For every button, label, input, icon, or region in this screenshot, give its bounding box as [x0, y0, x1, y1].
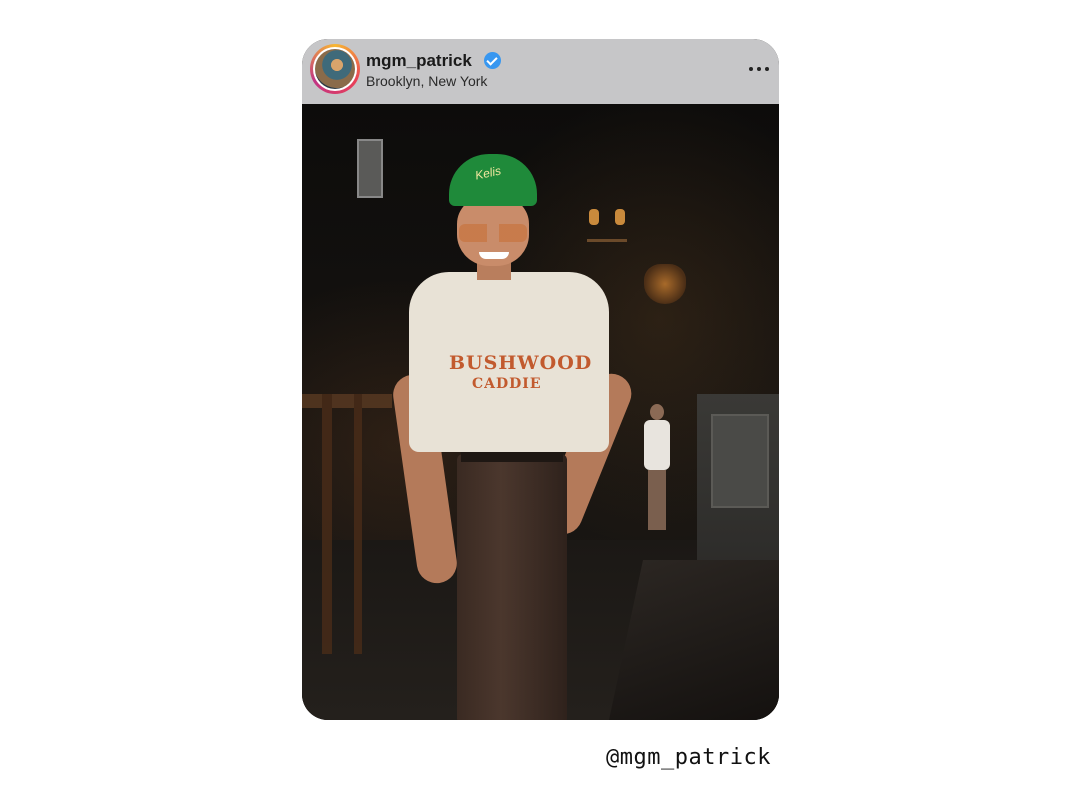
hanging-lamp: [644, 264, 686, 304]
dot: [757, 67, 761, 71]
bg-person-legs: [648, 470, 666, 530]
avatar[interactable]: [310, 44, 360, 94]
person-belt: [461, 452, 563, 462]
post-location[interactable]: Brooklyn, New York: [366, 73, 487, 89]
post-photo[interactable]: BUSHWOOD CADDIE Kelis: [302, 104, 779, 720]
dot: [749, 67, 753, 71]
bar-panel: [711, 414, 769, 508]
person-pants: [457, 454, 567, 720]
avatar-photo: [315, 49, 355, 89]
main-person: BUSHWOOD CADDIE Kelis: [390, 154, 638, 720]
background-person: [642, 404, 672, 534]
bg-person-head: [650, 404, 664, 420]
green-cap: [449, 154, 537, 206]
dot: [765, 67, 769, 71]
smile: [479, 252, 509, 259]
photo-credit: @mgm_patrick: [606, 745, 771, 770]
verified-badge-icon: [484, 52, 501, 69]
shirt-text-line1: BUSHWOOD: [449, 352, 593, 374]
username[interactable]: mgm_patrick: [366, 51, 472, 71]
wooden-chair: [302, 394, 392, 654]
shirt-text-line2: CADDIE: [472, 376, 542, 392]
background-window: [357, 139, 383, 198]
post-header: mgm_patrick Brooklyn, New York: [302, 39, 779, 104]
avatar-image: [313, 47, 357, 91]
instagram-post-card: mgm_patrick Brooklyn, New York BUSHWOOD …: [302, 39, 779, 720]
bg-person-torso: [644, 420, 670, 470]
sunglasses: [459, 224, 527, 242]
more-options-icon[interactable]: [747, 59, 771, 79]
